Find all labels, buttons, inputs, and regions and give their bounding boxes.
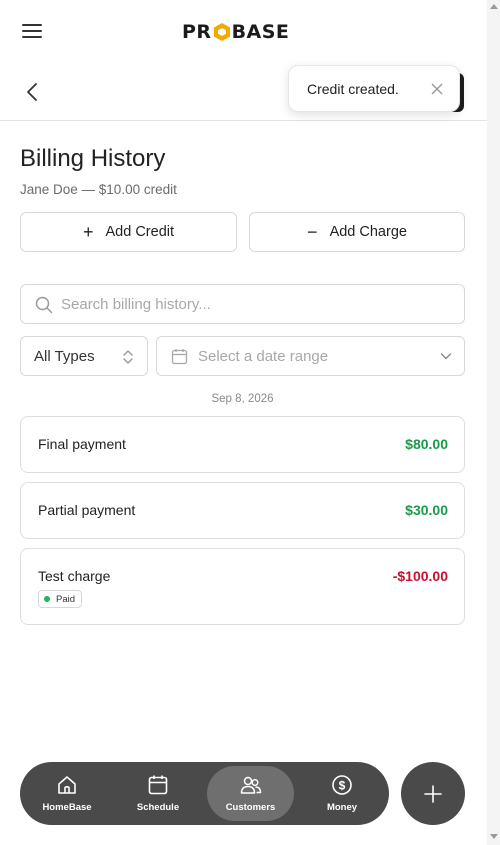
add-charge-label: Add Charge bbox=[329, 224, 407, 240]
nav-item-customers[interactable]: Customers bbox=[207, 766, 294, 821]
date-range-placeholder: Select a date range bbox=[198, 348, 329, 365]
date-range-select[interactable]: Select a date range bbox=[156, 336, 465, 376]
vertical-scrollbar[interactable] bbox=[487, 0, 500, 845]
calendar-icon bbox=[148, 775, 168, 795]
page-title: Billing History bbox=[20, 145, 166, 172]
close-icon[interactable] bbox=[430, 82, 444, 96]
top-bar: PR BASE bbox=[0, 0, 487, 62]
chevron-left-icon[interactable] bbox=[22, 80, 44, 104]
probase-logo[interactable]: PR BASE bbox=[182, 19, 289, 45]
toast-message: Credit created. bbox=[307, 81, 399, 97]
add-fab-button[interactable] bbox=[401, 762, 465, 825]
scroll-down-icon[interactable] bbox=[490, 834, 498, 839]
transaction-amount: $30.00 bbox=[405, 502, 448, 518]
status-badge-label: Paid bbox=[56, 593, 76, 605]
status-dot bbox=[44, 596, 50, 602]
transaction-row[interactable]: Test charge -$100.00 Paid bbox=[20, 548, 465, 625]
transaction-row[interactable]: Partial payment $30.00 bbox=[20, 482, 465, 539]
nav-item-money[interactable]: $ Money bbox=[302, 766, 382, 821]
nav-label-schedule: Schedule bbox=[136, 802, 180, 813]
type-filter-select[interactable]: All Types bbox=[20, 336, 148, 376]
logo-text-right: BASE bbox=[231, 21, 290, 43]
nav-item-homebase[interactable]: HomeBase bbox=[28, 766, 106, 821]
status-badge: Paid bbox=[38, 590, 83, 608]
page-subtitle: Jane Doe — $10.00 credit bbox=[20, 182, 177, 197]
transaction-name: Test charge bbox=[38, 568, 111, 584]
add-charge-button[interactable]: − Add Charge bbox=[249, 212, 465, 252]
plus-icon bbox=[424, 784, 442, 803]
add-credit-label: Add Credit bbox=[105, 224, 175, 240]
hamburger-icon[interactable] bbox=[22, 24, 42, 40]
nav-label-customers: Customers bbox=[225, 802, 276, 813]
nav-label-money: Money bbox=[326, 802, 358, 813]
transaction-name: Final payment bbox=[38, 436, 126, 452]
users-icon bbox=[240, 776, 261, 794]
dollar-icon: $ bbox=[332, 775, 352, 795]
scroll-up-icon[interactable] bbox=[490, 4, 498, 9]
svg-text:$: $ bbox=[339, 779, 346, 793]
add-credit-button[interactable]: + Add Credit bbox=[20, 212, 237, 252]
toast-notification: Credit created. bbox=[288, 65, 460, 112]
transaction-row[interactable]: Final payment $80.00 bbox=[20, 416, 465, 473]
chevron-up-down-icon bbox=[123, 350, 133, 364]
type-filter-value: All Types bbox=[34, 348, 95, 365]
nav-item-schedule[interactable]: Schedule bbox=[118, 766, 198, 821]
transaction-amount: $80.00 bbox=[405, 436, 448, 452]
date-group-label: Sep 8, 2026 bbox=[211, 393, 274, 405]
nav-label-homebase: HomeBase bbox=[42, 802, 92, 813]
bottom-nav: HomeBase Schedule Customers $ Money bbox=[20, 762, 389, 825]
app: PR BASE Credit created. Billing History … bbox=[0, 0, 487, 845]
logo-text-left: PR bbox=[182, 21, 212, 43]
search-icon bbox=[35, 296, 53, 314]
transaction-name: Partial payment bbox=[38, 502, 136, 518]
search-box bbox=[20, 284, 465, 324]
minus-icon: − bbox=[307, 222, 318, 242]
logo-hexagon-icon bbox=[213, 23, 230, 41]
transaction-amount: -$100.00 bbox=[392, 568, 448, 584]
home-icon bbox=[58, 776, 76, 794]
chevron-down-icon bbox=[440, 353, 452, 360]
search-input[interactable] bbox=[61, 285, 456, 323]
calendar-icon bbox=[171, 349, 188, 365]
plus-icon: + bbox=[82, 222, 94, 242]
